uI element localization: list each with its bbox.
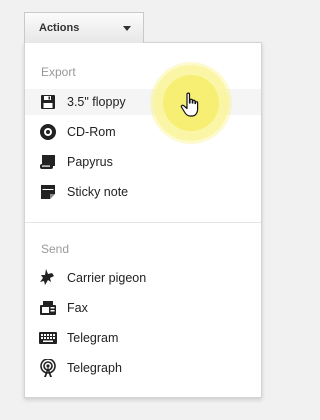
menu-item-label: Sticky note bbox=[67, 185, 129, 199]
actions-dropdown-button[interactable]: Actions bbox=[24, 12, 144, 43]
send-section-label: Send bbox=[41, 242, 70, 256]
export-section-label: Export bbox=[41, 65, 76, 79]
antenna-icon bbox=[39, 359, 57, 377]
menu-item-carrier-pigeon[interactable]: Carrier pigeon bbox=[25, 265, 261, 291]
caret-down-icon bbox=[123, 26, 131, 31]
cd-rom-icon bbox=[39, 123, 57, 141]
hand-pointer-icon bbox=[180, 92, 202, 118]
menu-item-label: Telegram bbox=[67, 331, 119, 345]
menu-item-label: Papyrus bbox=[67, 155, 113, 169]
actions-label: Actions bbox=[39, 22, 80, 34]
menu-item-cd-rom[interactable]: CD-Rom bbox=[25, 119, 261, 145]
floppy-disk-icon bbox=[39, 93, 57, 111]
menu-item-label: CD-Rom bbox=[67, 125, 116, 139]
fax-icon bbox=[39, 299, 57, 317]
sticky-note-icon bbox=[39, 183, 57, 201]
pigeon-icon bbox=[39, 269, 57, 287]
scroll-icon bbox=[39, 153, 57, 171]
menu-item-papyrus[interactable]: Papyrus bbox=[25, 149, 261, 175]
menu-item-label: Telegraph bbox=[67, 361, 122, 375]
menu-item-label: Fax bbox=[67, 301, 88, 315]
menu-item-telegram[interactable]: Telegram bbox=[25, 325, 261, 351]
menu-item-sticky-note[interactable]: Sticky note bbox=[25, 179, 261, 205]
keyboard-icon bbox=[39, 329, 57, 347]
section-divider bbox=[25, 222, 261, 223]
menu-item-fax[interactable]: Fax bbox=[25, 295, 261, 321]
menu-item-telegraph[interactable]: Telegraph bbox=[25, 355, 261, 381]
menu-item-label: 3.5" floppy bbox=[67, 95, 126, 109]
menu-item-label: Carrier pigeon bbox=[67, 271, 147, 285]
